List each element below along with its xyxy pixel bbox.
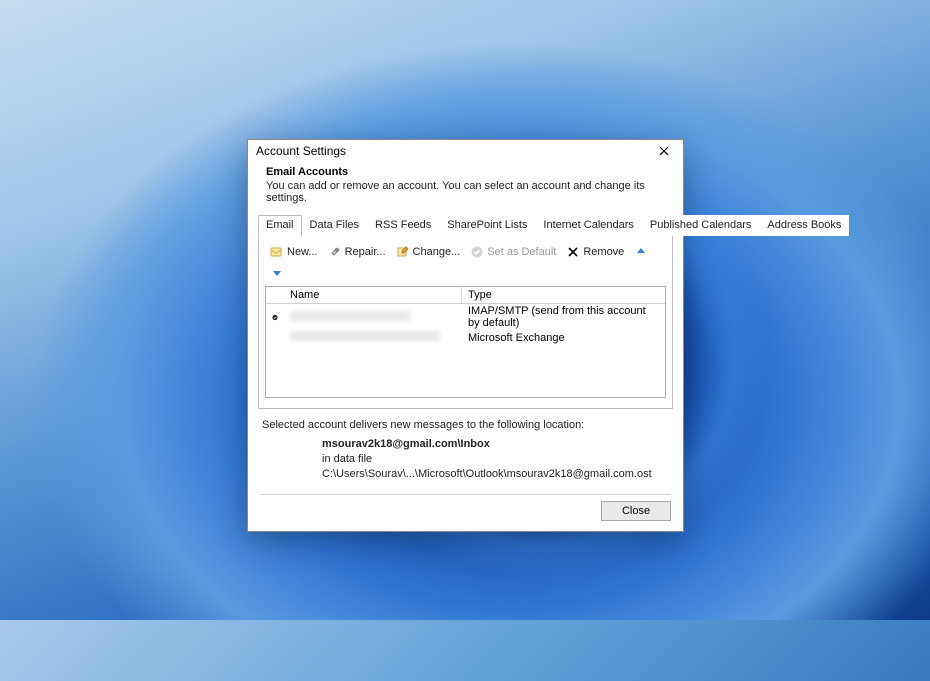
column-type[interactable]: Type <box>462 287 665 303</box>
datafile-path: C:\Users\Sourav\...\Microsoft\Outlook\ms… <box>322 468 652 480</box>
repair-button[interactable]: Repair... <box>325 244 389 260</box>
new-label: New... <box>287 246 318 258</box>
arrow-up-icon <box>634 245 648 259</box>
table-row[interactable]: IMAP/SMTP (send from this account by def… <box>266 304 665 330</box>
dialog-title: Account Settings <box>256 144 346 158</box>
dialog-header: Email Accounts You can add or remove an … <box>248 164 683 214</box>
move-up-button[interactable] <box>631 244 651 260</box>
account-type: Microsoft Exchange <box>462 331 665 345</box>
delivery-intro: Selected account delivers new messages t… <box>262 419 669 431</box>
accounts-toolbar: New... Repair... Change... Set as Defaul… <box>265 242 666 286</box>
move-down-button[interactable] <box>267 264 287 280</box>
dialog-footer: Close <box>248 495 683 531</box>
set-default-icon <box>470 245 484 259</box>
new-button[interactable]: New... <box>267 244 321 260</box>
column-name[interactable]: Name <box>284 287 462 303</box>
tab-email[interactable]: Email <box>258 215 302 236</box>
header-description: You can add or remove an account. You ca… <box>266 180 669 204</box>
tab-address-books[interactable]: Address Books <box>759 215 849 236</box>
close-button[interactable]: Close <box>601 501 671 521</box>
change-label: Change... <box>413 246 461 258</box>
titlebar: Account Settings <box>248 140 683 164</box>
account-settings-dialog: Account Settings Email Accounts You can … <box>247 139 684 532</box>
arrow-down-icon <box>270 265 284 279</box>
account-name <box>284 310 462 325</box>
delivery-location: msourav2k18@gmail.com\Inbox <box>322 438 490 450</box>
remove-button[interactable]: Remove <box>563 244 627 260</box>
tab-strip: Email Data Files RSS Feeds SharePoint Li… <box>258 214 673 236</box>
tab-rss-feeds[interactable]: RSS Feeds <box>367 215 439 236</box>
account-icon <box>266 337 284 339</box>
default-account-check-icon <box>266 311 284 324</box>
set-default-label: Set as Default <box>487 246 556 258</box>
accounts-list[interactable]: Name Type IMAP/SMTP (send from this acco… <box>265 286 666 398</box>
tab-content-email: New... Repair... Change... Set as Defaul… <box>258 236 673 409</box>
close-icon[interactable] <box>653 142 675 160</box>
tab-published-calendars[interactable]: Published Calendars <box>642 215 760 236</box>
change-button[interactable]: Change... <box>393 244 464 260</box>
set-default-button: Set as Default <box>467 244 559 260</box>
new-icon <box>270 245 284 259</box>
tab-sharepoint-lists[interactable]: SharePoint Lists <box>439 215 535 236</box>
tab-internet-calendars[interactable]: Internet Calendars <box>535 215 642 236</box>
remove-icon <box>566 245 580 259</box>
table-row[interactable]: Microsoft Exchange <box>266 330 665 345</box>
account-name <box>284 330 462 345</box>
remove-label: Remove <box>583 246 624 258</box>
tab-data-files[interactable]: Data Files <box>302 215 368 236</box>
change-icon <box>396 245 410 259</box>
account-type: IMAP/SMTP (send from this account by def… <box>462 304 665 330</box>
datafile-prefix: in data file <box>322 453 372 465</box>
header-title: Email Accounts <box>266 166 669 178</box>
list-header: Name Type <box>266 287 665 304</box>
delivery-info: Selected account delivers new messages t… <box>248 409 683 490</box>
repair-icon <box>328 245 342 259</box>
repair-label: Repair... <box>345 246 386 258</box>
